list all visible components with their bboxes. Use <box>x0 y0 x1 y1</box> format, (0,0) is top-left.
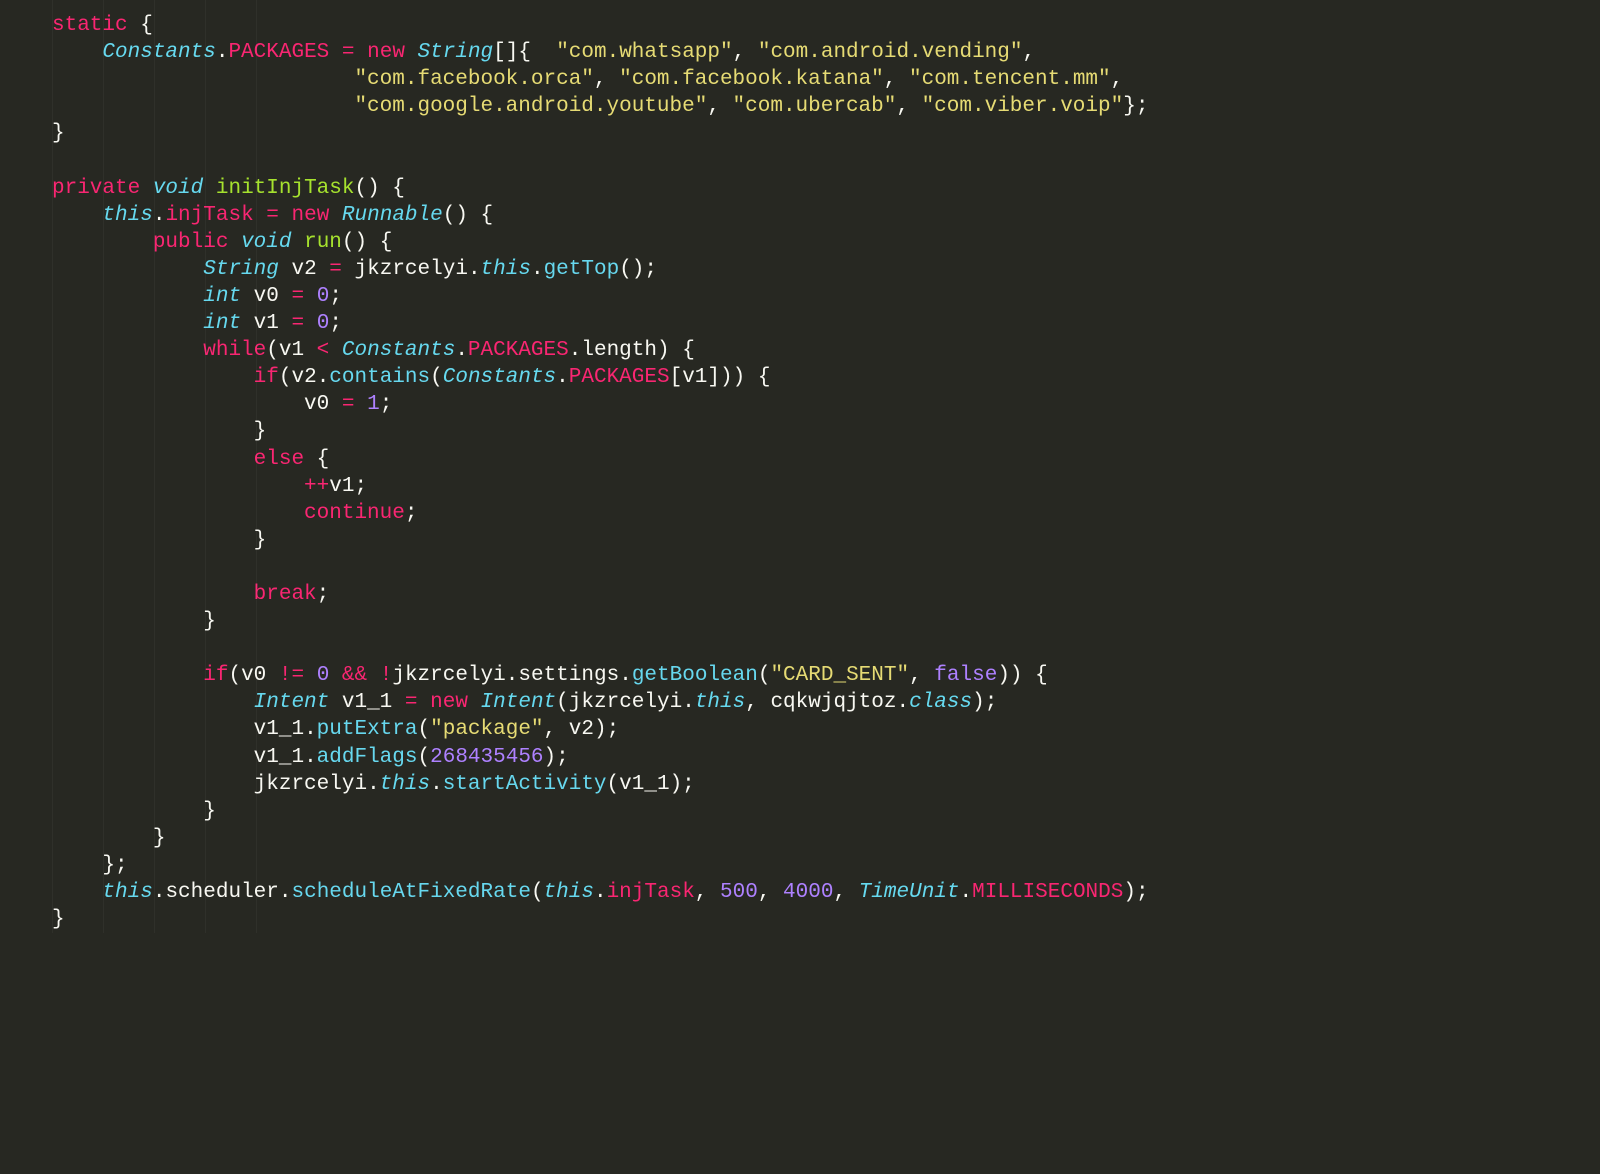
code-block: static { Constants.PACKAGES = new String… <box>0 0 1600 933</box>
kw-static: static <box>52 14 128 37</box>
method-name: initInjTask <box>216 177 355 200</box>
id-constants: Constants <box>102 41 215 64</box>
kw-private: private <box>52 177 140 200</box>
